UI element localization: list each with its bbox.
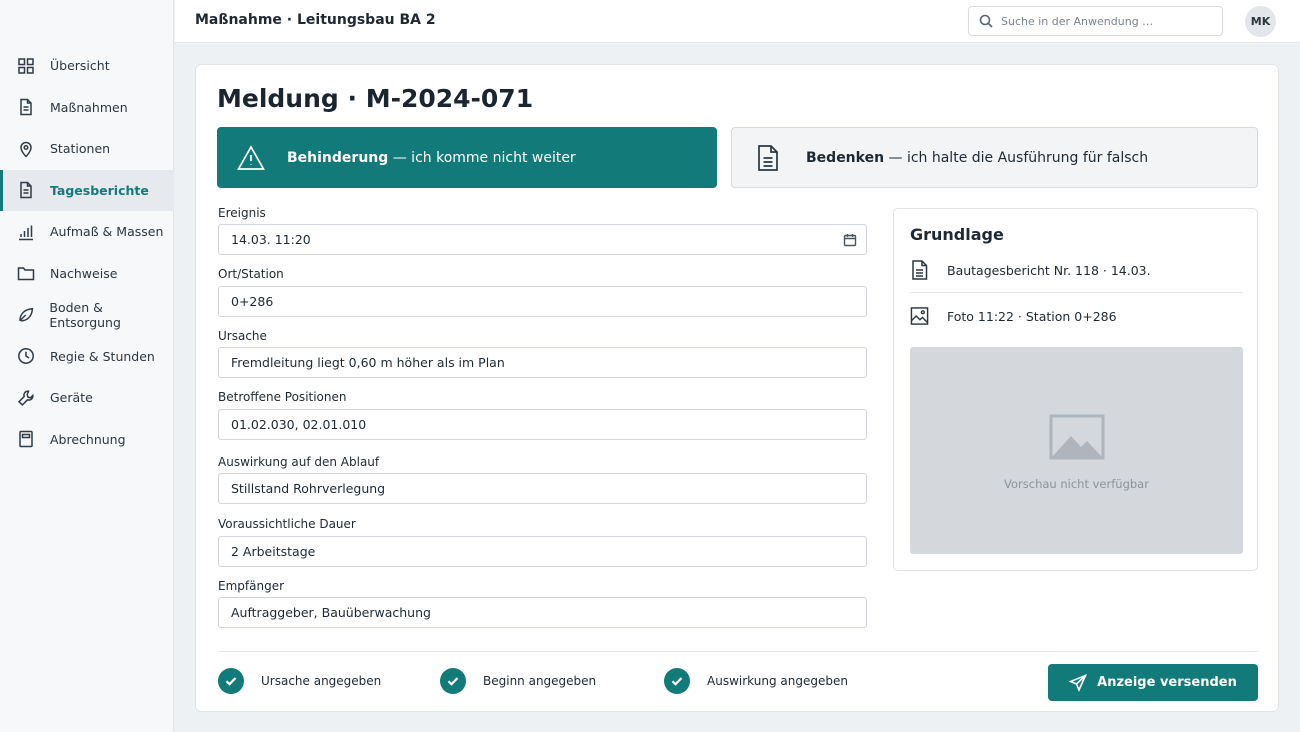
ref-divider [910, 292, 1243, 293]
sidebar-item-label: Regie & Stunden [50, 348, 155, 364]
sidebar-item-tagesberichte[interactable]: Tagesberichte [0, 169, 174, 211]
ereignis-field[interactable]: 14.03. 11:20 [218, 224, 867, 255]
auswirkung-value: Stillstand Rohrverlegung [231, 481, 386, 496]
option-behinderung-text: Behinderung — ich komme nicht weiter [287, 150, 576, 166]
check-auswirkung: Auswirkung angegeben [664, 668, 848, 694]
sidebar-item-label: Tagesberichte [50, 182, 149, 198]
check-ursache: Ursache angegeben [218, 668, 381, 694]
grundlage-panel: Grundlage Bautagesbericht Nr. 118 · 14.0… [893, 208, 1258, 571]
option-bedenken-title: Bedenken [806, 149, 885, 166]
clock-icon [18, 348, 34, 365]
sidebar-item-uebersicht[interactable]: Übersicht [0, 45, 174, 87]
label-empfaenger: Empfänger [218, 579, 285, 593]
document-icon [20, 182, 32, 199]
bar-chart-icon [19, 225, 33, 240]
check-label: Ursache angegeben [261, 674, 382, 688]
sidebar-item-regie[interactable]: Regie & Stunden [0, 336, 174, 378]
sidebar-item-abrechnung[interactable]: Abrechnung [0, 419, 174, 461]
warning-icon [237, 144, 265, 170]
send-report-button[interactable]: Anzeige versenden [1048, 664, 1258, 701]
footer-divider [218, 651, 1258, 652]
sidebar-item-label: Nachweise [50, 265, 118, 281]
sidebar-item-label: Abrechnung [50, 431, 126, 447]
label-dauer: Voraussichtliche Dauer [218, 517, 356, 531]
sidebar-item-geraete[interactable]: Geräte [0, 377, 174, 419]
dauer-value: 2 Arbeitstage [231, 544, 316, 559]
positionen-field[interactable]: 01.02.030, 02.01.010 [218, 409, 867, 440]
sidebar-nav: Übersicht Maßnahmen Stationen Tagesberic… [0, 45, 174, 460]
image-preview: Vorschau nicht verfügbar [910, 347, 1243, 554]
search-box[interactable] [968, 6, 1223, 36]
breadcrumb-title: Maßnahme · Leitungsbau BA 2 [195, 12, 436, 28]
sidebar-item-label: Boden & Entsorgung [49, 299, 121, 330]
leaf-icon [19, 307, 34, 322]
sidebar-item-label: Aufmaß & Massen [50, 224, 164, 240]
ref-label: Foto 11:22 · Station 0+286 [947, 308, 1117, 324]
image-icon [910, 307, 929, 325]
image-placeholder-icon [1049, 414, 1105, 460]
calendar-icon[interactable] [843, 233, 857, 247]
document-icon [912, 260, 928, 280]
preview-text: Vorschau nicht verfügbar [1004, 477, 1149, 491]
top-header: Maßnahme · Leitungsbau BA 2 MK [175, 0, 1300, 43]
sidebar-item-label: Maßnahmen [50, 99, 128, 115]
sidebar-item-label: Stationen [50, 141, 111, 157]
wrench-icon [17, 390, 34, 406]
label-ursache: Ursache [218, 329, 267, 343]
sidebar-item-aufmass[interactable]: Aufmaß & Massen [0, 211, 174, 253]
ref-foto[interactable]: Foto 11:22 · Station 0+286 [910, 298, 1243, 334]
check-circle-icon [218, 668, 244, 694]
option-behinderung-desc: — ich komme nicht weiter [388, 149, 576, 166]
search-input[interactable] [1001, 14, 1211, 28]
sidebar-item-nachweise[interactable]: Nachweise [0, 253, 174, 295]
ort-field[interactable]: 0+286 [218, 286, 867, 317]
ereignis-value: 14.03. 11:20 [231, 232, 311, 247]
check-circle-icon [440, 668, 466, 694]
ursache-field[interactable]: Fremdleitung liegt 0,60 m höher als im P… [218, 347, 867, 378]
page-title: Meldung · M-2024-071 [217, 84, 534, 113]
sidebar-item-label: Übersicht [50, 58, 110, 74]
positionen-value: 01.02.030, 02.01.010 [231, 417, 367, 432]
empfaenger-field[interactable]: Auftraggeber, Bauüberwachung [218, 597, 867, 628]
ort-value: 0+286 [231, 294, 274, 309]
document-icon [20, 99, 32, 116]
avatar[interactable]: MK [1245, 6, 1276, 37]
document-icon [758, 144, 778, 171]
report-card: Meldung · M-2024-071 Behinderung — ich k… [195, 64, 1279, 712]
check-label: Beginn angegeben [483, 674, 597, 688]
label-positionen: Betroffene Positionen [218, 390, 347, 404]
map-pin-icon [20, 141, 32, 158]
grid-icon [18, 58, 34, 74]
empfaenger-value: Auftraggeber, Bauüberwachung [231, 605, 431, 620]
ursache-value: Fremdleitung liegt 0,60 m höher als im P… [231, 355, 505, 370]
option-bedenken-desc: — ich halte die Ausführung für falsch [884, 149, 1149, 166]
send-button-label: Anzeige versenden [1097, 675, 1237, 690]
calculator-icon [19, 431, 33, 448]
label-auswirkung: Auswirkung auf den Ablauf [218, 455, 380, 469]
option-bedenken-text: Bedenken — ich halte die Ausführung für … [806, 150, 1148, 166]
ref-label: Bautagesbericht Nr. 118 · 14.03. [947, 262, 1151, 278]
sidebar-item-label: Geräte [50, 390, 93, 406]
dauer-field[interactable]: 2 Arbeitstage [218, 536, 867, 567]
auswirkung-field[interactable]: Stillstand Rohrverlegung [218, 473, 867, 504]
search-icon [979, 14, 993, 28]
option-behinderung[interactable]: Behinderung — ich komme nicht weiter [217, 127, 717, 188]
check-circle-icon [664, 668, 690, 694]
sidebar-item-boden[interactable]: Boden & Entsorgung [0, 294, 174, 336]
option-bedenken[interactable]: Bedenken — ich halte die Ausführung für … [731, 127, 1258, 188]
sidebar: Übersicht Maßnahmen Stationen Tagesberic… [0, 0, 174, 732]
label-ort: Ort/Station [218, 267, 284, 281]
option-behinderung-title: Behinderung [287, 149, 389, 166]
ref-bautagesbericht[interactable]: Bautagesbericht Nr. 118 · 14.03. [910, 252, 1243, 288]
sidebar-item-massnahmen[interactable]: Maßnahmen [0, 87, 174, 129]
grundlage-title: Grundlage [910, 225, 1004, 244]
check-beginn: Beginn angegeben [440, 668, 596, 694]
folder-icon [17, 267, 35, 281]
label-ereignis: Ereignis [218, 206, 266, 220]
check-label: Auswirkung angegeben [707, 674, 848, 688]
sidebar-item-stationen[interactable]: Stationen [0, 128, 174, 170]
send-icon [1069, 673, 1088, 692]
